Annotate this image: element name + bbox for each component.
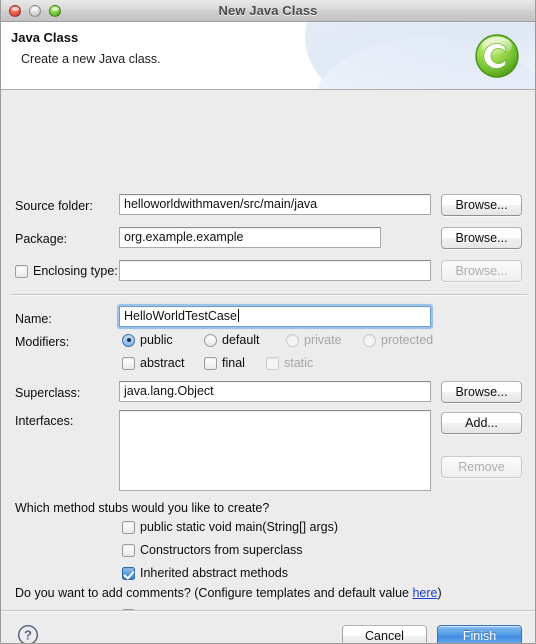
source-folder-input[interactable]: helloworldwithmaven/src/main/java [119,194,431,215]
stub-check-constructors[interactable]: Constructors from superclass [122,543,303,557]
window-controls [9,5,61,17]
checkbox-box [15,264,28,278]
minimize-button[interactable] [29,5,41,17]
comments-question: Do you want to add comments? (Configure … [15,586,442,600]
modifier-check-static: static [266,356,313,370]
comments-question-prefix: Do you want to add comments? (Configure … [15,586,413,600]
modifier-check-final[interactable]: final [204,356,245,370]
enclosing-type-browse-button: Browse... [441,260,522,282]
radio-label: protected [381,333,434,347]
window-title: New Java Class [218,3,318,18]
source-folder-browse-button[interactable]: Browse... [441,194,522,216]
checkbox-box [122,520,135,534]
checkbox-label: Constructors from superclass [140,543,303,557]
modifiers-label: Modifiers: [15,335,70,349]
name-label: Name: [15,312,52,326]
checkbox-label: Inherited abstract methods [140,566,288,580]
radio-indicator [122,333,135,347]
radio-label: public [140,333,173,347]
modifier-radio-public[interactable]: public [122,333,173,347]
page-title: Java Class [11,30,79,45]
finish-button[interactable]: Finish [437,625,522,643]
radio-label: private [304,333,342,347]
interfaces-listbox[interactable] [119,410,431,491]
new-java-class-dialog: New Java Class Java Class Create a new J… [0,0,536,644]
modifier-radio-private: private [286,333,342,347]
modifier-radio-protected: protected [363,333,433,347]
dialog-footer: ? Cancel Finish [1,610,535,644]
checkbox-label: public static void main(String[] args) [140,520,338,534]
radio-indicator [204,333,217,347]
stub-check-inherited-abstract[interactable]: Inherited abstract methods [122,566,288,580]
radio-label: default [222,333,260,347]
modifier-check-abstract[interactable]: abstract [122,356,184,370]
enclosing-type-label: Enclosing type: [33,264,118,278]
dialog-header: Java Class Create a new Java class. [1,22,535,90]
interfaces-add-button[interactable]: Add... [441,412,522,434]
svg-text:?: ? [24,628,32,643]
source-folder-label: Source folder: [15,199,93,213]
text-caret [238,309,240,322]
window-titlebar: New Java Class [1,0,535,22]
radio-indicator [286,333,299,347]
modifier-radio-default[interactable]: default [204,333,260,347]
superclass-input[interactable]: java.lang.Object [119,381,431,402]
enclosing-type-input[interactable] [119,260,431,281]
package-input[interactable]: org.example.example [119,227,381,248]
page-subtitle: Create a new Java class. [21,52,161,66]
java-class-icon [475,34,519,78]
checkbox-box [122,566,135,580]
package-browse-button[interactable]: Browse... [441,227,522,249]
method-stubs-question: Which method stubs would you like to cre… [15,501,270,515]
checkbox-label: final [222,356,245,370]
dialog-body: Source folder: helloworldwithmaven/src/m… [1,90,535,622]
configure-templates-link[interactable]: here [412,586,437,600]
enclosing-type-checkbox[interactable]: Enclosing type: [15,264,118,278]
checkbox-label: static [284,356,314,370]
zoom-button[interactable] [49,5,61,17]
checkbox-box [122,356,135,370]
interfaces-remove-button: Remove [441,456,522,478]
superclass-browse-button[interactable]: Browse... [441,381,522,403]
section-separator-1 [11,294,527,295]
checkbox-box [266,356,279,370]
help-icon[interactable]: ? [17,624,39,644]
superclass-label: Superclass: [15,386,81,400]
package-label: Package: [15,232,68,246]
stub-check-main-method[interactable]: public static void main(String[] args) [122,520,338,534]
cancel-button[interactable]: Cancel [342,625,427,643]
checkbox-box [204,356,217,370]
checkbox-box [122,543,135,557]
name-input[interactable]: HelloWorldTestCase [117,304,433,329]
radio-indicator [363,333,376,347]
comments-question-suffix: ) [437,586,442,600]
checkbox-label: abstract [140,356,185,370]
close-button[interactable] [9,5,21,17]
interfaces-label: Interfaces: [15,414,74,428]
name-input-value: HelloWorldTestCase [124,309,238,323]
